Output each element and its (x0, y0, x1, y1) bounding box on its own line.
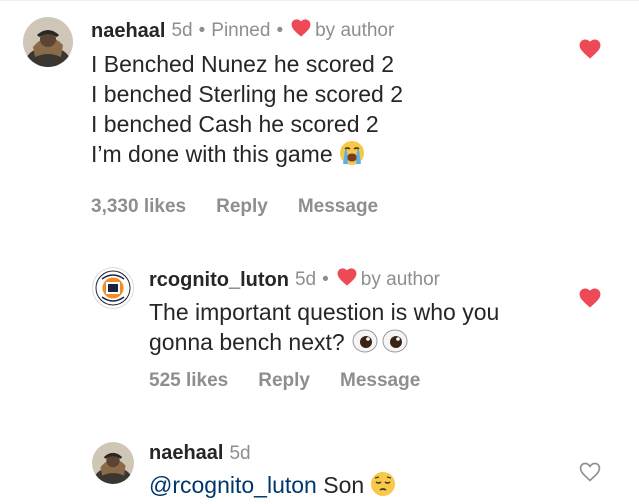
separator-dot: • (322, 269, 329, 290)
comment-line-last: I’m done with this game (91, 139, 403, 173)
comment-line-text: gonna bench next? (149, 329, 345, 355)
comment-text: I Benched Nunez he scored 2 I benched St… (91, 49, 403, 173)
likes-count[interactable]: 3,330 likes (91, 196, 186, 218)
timestamp: 5d (171, 20, 193, 41)
comment-actions: 525 likes Reply Message (149, 370, 420, 392)
comment-meta: rcognito_luton 5d • by author (149, 268, 440, 292)
comment-line-text: I’m done with this game (91, 141, 333, 167)
comment-meta: naehaal 5d • Pinned • by author (91, 19, 394, 43)
username[interactable]: naehaal (91, 20, 165, 43)
pinned-label: Pinned (211, 20, 271, 41)
comment-meta: naehaal 5d (149, 442, 251, 465)
comment-line-last: gonna bench next? (149, 327, 499, 361)
username[interactable]: rcognito_luton (149, 269, 289, 292)
separator-dot: • (198, 20, 206, 41)
comment-line-text: Son (323, 472, 365, 498)
heart-filled-icon (291, 19, 311, 43)
liked-by-author-label: by author (360, 269, 441, 290)
timestamp: 5d (229, 442, 251, 464)
comment-text: @rcognito_luton Son (149, 470, 396, 504)
reply-button[interactable]: Reply (258, 370, 310, 392)
eyes-icon (351, 328, 411, 361)
username[interactable]: naehaal (149, 442, 223, 465)
like-heart-filled-icon[interactable] (579, 288, 601, 308)
comment-text: The important question is who you gonna … (149, 297, 499, 361)
comment-line: I benched Cash he scored 2 (91, 111, 379, 137)
top-divider (0, 0, 639, 1)
like-heart-filled-icon[interactable] (579, 39, 601, 59)
message-button[interactable]: Message (298, 196, 378, 218)
comment-line: The important question is who you (149, 299, 500, 325)
comment-line: I Benched Nunez he scored 2 (91, 51, 395, 77)
loudly-crying-face-icon (339, 140, 365, 173)
comment-actions: 3,330 likes Reply Message (91, 196, 378, 218)
pensive-face-icon (370, 471, 396, 504)
heart-filled-icon (337, 268, 357, 292)
comment-line: @rcognito_luton Son (149, 470, 396, 504)
message-button[interactable]: Message (340, 370, 420, 392)
reply-button[interactable]: Reply (216, 196, 268, 218)
avatar[interactable] (92, 442, 134, 484)
like-heart-outline-icon[interactable] (579, 462, 601, 482)
avatar[interactable] (23, 17, 73, 67)
likes-count[interactable]: 525 likes (149, 370, 228, 392)
timestamp: 5d (294, 269, 317, 290)
mention-link[interactable]: @rcognito_luton (149, 472, 317, 498)
liked-by-author-label: by author (315, 20, 395, 41)
comment-line: I benched Sterling he scored 2 (91, 81, 403, 107)
separator-dot: • (276, 20, 284, 41)
luton-town-badge-avatar[interactable] (92, 267, 134, 309)
